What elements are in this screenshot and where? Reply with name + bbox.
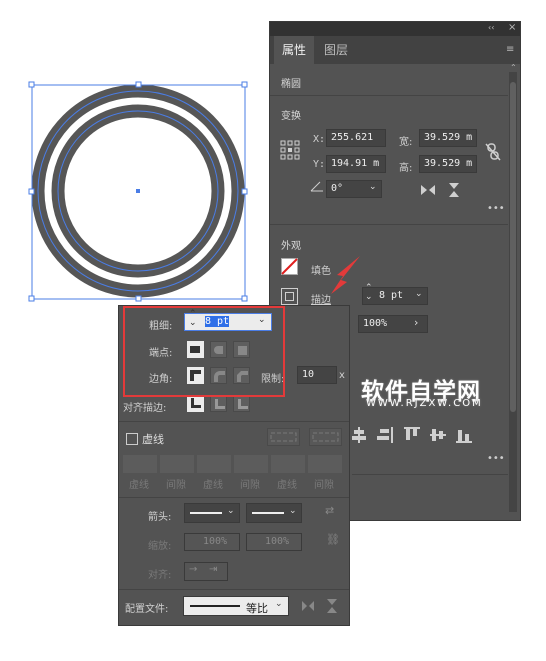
profile-flip-horizontal-icon[interactable] bbox=[301, 600, 315, 612]
link-scale-icon[interactable]: ⛓ bbox=[326, 533, 340, 546]
appearance-heading: 外观 bbox=[281, 241, 301, 252]
profile-select[interactable]: 等比 ⌄ bbox=[183, 596, 289, 616]
annotation-highlight-box bbox=[123, 306, 285, 397]
y-field[interactable]: 194.91 m bbox=[326, 155, 386, 173]
arrowhead-label: 箭头: bbox=[148, 512, 172, 523]
dash-preset-1[interactable] bbox=[267, 428, 300, 446]
flip-vertical-icon[interactable] bbox=[448, 182, 460, 198]
more-options-align[interactable]: ••• bbox=[487, 453, 505, 464]
scale-field-1[interactable]: 100% bbox=[184, 533, 240, 551]
y-label: Y: bbox=[313, 159, 326, 170]
profile-value: 等比 bbox=[246, 602, 268, 615]
collapse-icon[interactable]: ‹‹ bbox=[488, 23, 494, 32]
stroke-weight-dropdown-icon[interactable]: ⌄ bbox=[415, 289, 423, 299]
dash-label-1: 虚线 bbox=[129, 480, 149, 491]
scale-field-2[interactable]: 100% bbox=[246, 533, 302, 551]
constrain-proportions-icon[interactable] bbox=[484, 142, 502, 162]
end-arrow-dropdown-icon: ⌄ bbox=[289, 506, 297, 516]
tab-properties[interactable]: 属性 bbox=[274, 36, 314, 64]
panel-menu-icon[interactable]: ≡ bbox=[506, 44, 514, 55]
limit-field[interactable]: 10 bbox=[297, 366, 337, 384]
swap-arrows-icon[interactable]: ⇄ bbox=[325, 504, 334, 517]
annotation-arrow bbox=[331, 256, 360, 294]
arrow-align-label: 对齐: bbox=[148, 570, 172, 581]
panel-tabbar: 属性 图层 ≡ bbox=[270, 36, 520, 64]
fill-swatch-none[interactable] bbox=[281, 258, 298, 275]
align-icons[interactable] bbox=[352, 427, 492, 445]
reference-point-icon[interactable] bbox=[280, 140, 300, 160]
align-stroke-label: 对齐描边: bbox=[123, 403, 167, 414]
start-arrow-dropdown-icon: ⌄ bbox=[227, 506, 235, 516]
panel-scrollbar[interactable] bbox=[509, 72, 517, 512]
tab-layers[interactable]: 图层 bbox=[316, 36, 356, 64]
flip-horizontal-icon[interactable] bbox=[420, 184, 436, 196]
profile-flip-vertical-icon[interactable] bbox=[326, 598, 338, 614]
align-outside-button[interactable] bbox=[233, 395, 250, 412]
height-label: 高: bbox=[399, 163, 413, 174]
transform-heading: 变换 bbox=[281, 111, 301, 122]
dash-gap-fields[interactable] bbox=[123, 455, 345, 473]
gap-label-3: 间隙 bbox=[314, 480, 334, 491]
x-label: X: bbox=[313, 134, 326, 145]
dash-label-2: 虚线 bbox=[203, 480, 223, 491]
opacity-chevron-icon[interactable]: › bbox=[414, 316, 418, 329]
angle-dropdown-icon[interactable]: ⌄ bbox=[369, 182, 377, 192]
x-field[interactable]: 255.621 bbox=[326, 129, 386, 147]
center-point bbox=[136, 189, 140, 193]
arrow-align-buttons[interactable]: → ⇥ bbox=[184, 562, 228, 581]
scrollbar-thumb[interactable] bbox=[510, 82, 516, 412]
align-center-button[interactable] bbox=[187, 395, 204, 412]
profile-label: 配置文件: bbox=[125, 604, 169, 615]
scroll-up-icon[interactable]: ⌃ bbox=[510, 63, 517, 72]
stroke-swatch[interactable] bbox=[281, 288, 298, 305]
scale-label: 缩放: bbox=[148, 541, 172, 552]
profile-dropdown-icon: ⌄ bbox=[275, 599, 283, 609]
object-type-label: 椭圆 bbox=[281, 79, 301, 90]
stroke-weight-stepper-icon[interactable]: ⌃ ⌄ bbox=[365, 284, 373, 302]
width-label: 宽: bbox=[399, 137, 413, 148]
dash-preset-2[interactable] bbox=[309, 428, 342, 446]
watermark-url: WWW.RJZXW.COM bbox=[366, 398, 483, 409]
angle-icon bbox=[310, 181, 323, 192]
end-arrowhead-select[interactable]: ⌄ bbox=[246, 503, 302, 523]
dashed-line-checkbox[interactable] bbox=[126, 433, 138, 445]
panel-title-bar[interactable]: ‹‹ × bbox=[270, 22, 520, 36]
dashed-line-label: 虚线 bbox=[142, 433, 164, 446]
close-icon[interactable]: × bbox=[508, 22, 516, 33]
gap-label-2: 间隙 bbox=[240, 480, 260, 491]
more-options-transform[interactable]: ••• bbox=[487, 203, 505, 214]
start-arrowhead-select[interactable]: ⌄ bbox=[184, 503, 240, 523]
width-field[interactable]: 39.529 m bbox=[419, 129, 477, 147]
limit-unit: x bbox=[339, 370, 345, 381]
gap-label-1: 间隙 bbox=[166, 480, 186, 491]
align-inside-button[interactable] bbox=[210, 395, 227, 412]
dash-label-3: 虚线 bbox=[277, 480, 297, 491]
height-field[interactable]: 39.529 m bbox=[419, 155, 477, 173]
